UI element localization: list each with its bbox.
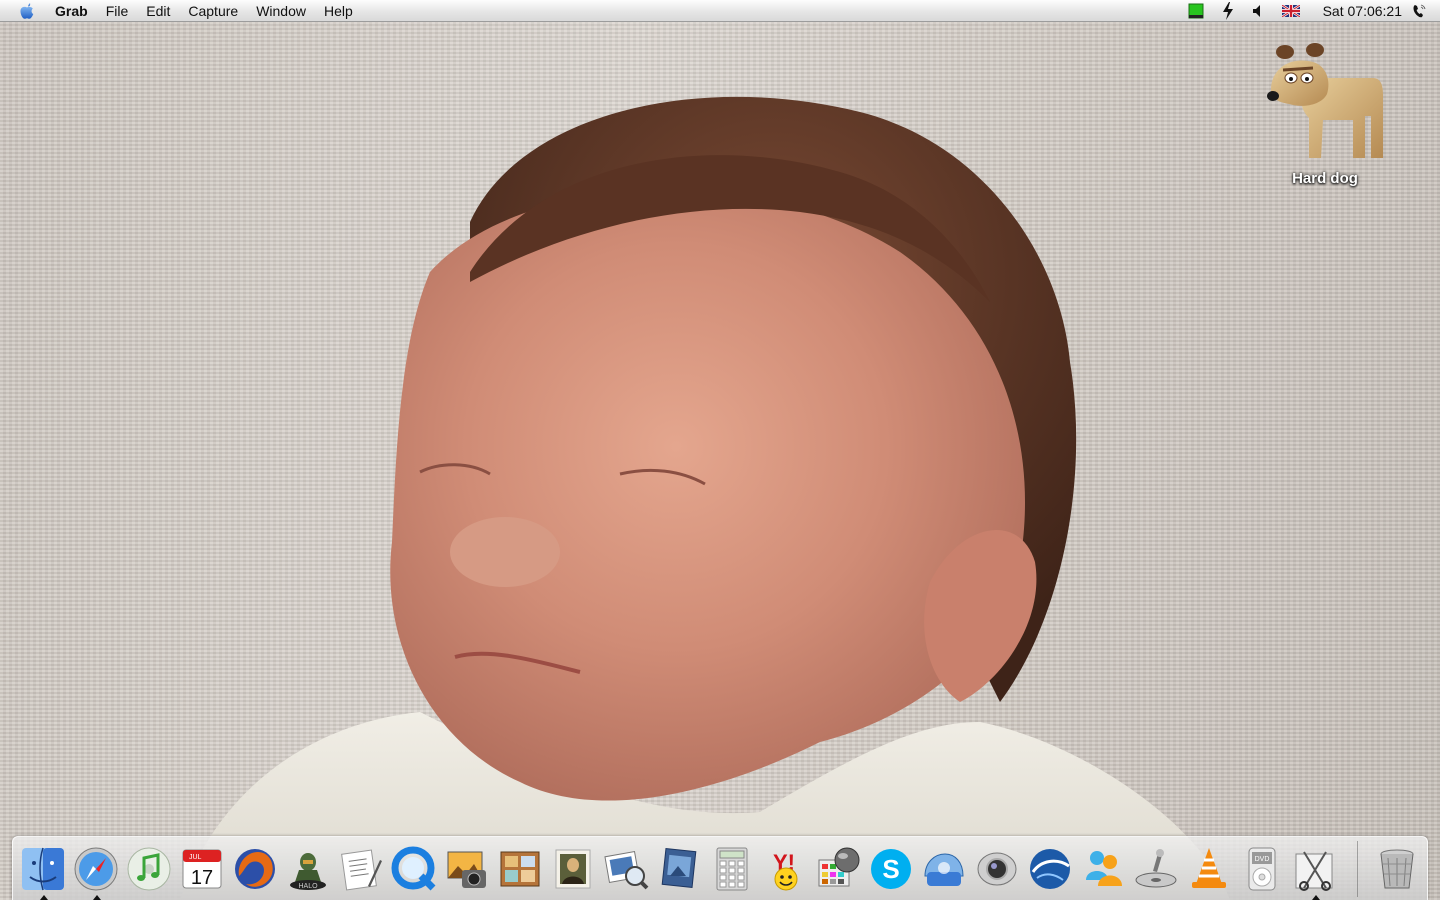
halo-text: HALO — [298, 883, 318, 890]
menu-file[interactable]: File — [97, 0, 138, 22]
menu-capture[interactable]: Capture — [179, 0, 247, 22]
dock-app-msn-messenger[interactable] — [1079, 845, 1127, 893]
apple-icon — [20, 2, 34, 19]
skype-icon: S — [871, 849, 911, 889]
dock-app-network[interactable] — [920, 845, 968, 893]
dock-app-grab[interactable] — [1291, 845, 1339, 893]
textedit-icon — [341, 849, 382, 891]
finder-icon — [22, 847, 64, 891]
palette-icon — [818, 847, 860, 887]
ical-day: 17 — [191, 867, 213, 889]
phone-icon — [1413, 4, 1426, 17]
quicktime-icon — [391, 846, 436, 891]
preview-icon — [604, 851, 649, 890]
dock-app-vlc[interactable] — [1185, 845, 1233, 893]
image-capture-icon — [661, 847, 697, 889]
dock-app-preview[interactable] — [602, 845, 650, 893]
dock-separator — [1357, 841, 1358, 897]
status-area: Sat 07:06:21 — [1179, 0, 1440, 22]
dock: JUL 17 HALO Y! S DVD — [12, 836, 1428, 900]
safari-icon — [74, 847, 118, 891]
desktop-wallpaper — [0, 22, 1440, 900]
iphoto-icon — [447, 851, 486, 888]
dock-trash[interactable] — [1373, 845, 1421, 893]
dock-app-safari[interactable] — [72, 845, 120, 893]
dock-app-ipod[interactable]: DVD — [1238, 845, 1286, 893]
uk-flag-icon — [1281, 4, 1300, 17]
battery-status[interactable] — [1188, 0, 1204, 22]
grab-icon — [1295, 851, 1333, 891]
volume-control[interactable] — [1252, 0, 1264, 22]
dock-app-iphoto[interactable] — [443, 845, 491, 893]
mona-lisa-icon — [555, 849, 591, 889]
apple-menu[interactable] — [16, 0, 38, 22]
dock-app-image-capture[interactable] — [655, 845, 703, 893]
dock-app-skype[interactable]: S — [867, 845, 915, 893]
dock-app-halo[interactable]: HALO — [284, 845, 332, 893]
dock-app-quicktime[interactable] — [390, 845, 438, 893]
ical-month: JUL — [189, 854, 202, 861]
network-icon — [924, 853, 964, 886]
running-indicator — [1312, 895, 1320, 900]
menu-help[interactable]: Help — [315, 0, 362, 22]
halo-icon: HALO — [290, 853, 326, 890]
calculator-icon — [716, 847, 748, 891]
sync-icon — [1222, 1, 1233, 20]
yahoo-messenger-icon: Y! — [773, 850, 798, 891]
ipod-icon: DVD — [1248, 847, 1276, 891]
dock-app-finder[interactable] — [19, 845, 67, 893]
photo-booth-icon — [500, 851, 540, 887]
baby-photo — [180, 96, 1230, 900]
dock-app-firefox[interactable] — [231, 845, 279, 893]
running-indicator — [93, 895, 101, 900]
ical-icon: JUL 17 — [182, 849, 222, 889]
phone-status[interactable] — [1412, 0, 1426, 22]
dock-app-itunes[interactable] — [125, 845, 173, 893]
menu-bar: Grab File Edit Capture Window Help Sat 0… — [0, 0, 1440, 22]
dock-app-photo-booth[interactable] — [496, 845, 544, 893]
battery-icon — [1188, 3, 1204, 18]
menu-window[interactable]: Window — [247, 0, 315, 22]
desktop-icon-label: Hard dog — [1292, 170, 1358, 187]
trash-icon — [1380, 849, 1414, 889]
camera-icon — [977, 852, 1017, 886]
menu-edit[interactable]: Edit — [137, 0, 179, 22]
dock-app-textedit[interactable] — [337, 845, 385, 893]
dock-app-palette[interactable] — [814, 845, 862, 893]
desktop-icon-hard-dog[interactable]: Hard dog — [1258, 38, 1392, 204]
gromit-drive-icon — [1267, 43, 1383, 158]
sync-status[interactable] — [1222, 0, 1234, 22]
google-earth-icon — [1030, 849, 1070, 889]
ipod-text: DVD — [1255, 856, 1270, 863]
svg-text:S: S — [882, 854, 899, 884]
dock-app-ical[interactable]: JUL 17 — [178, 845, 226, 893]
dock-app-yahoo-messenger[interactable]: Y! — [761, 845, 809, 893]
dock-app-calculator[interactable] — [708, 845, 756, 893]
input-source[interactable] — [1281, 0, 1300, 22]
dock-app-mona-lisa[interactable] — [549, 845, 597, 893]
dock-app-dvd-player[interactable] — [1132, 845, 1180, 893]
dock-app-google-earth[interactable] — [1026, 845, 1074, 893]
dock-app-camera[interactable] — [973, 845, 1021, 893]
vlc-icon — [1192, 848, 1226, 888]
msn-messenger-icon — [1086, 851, 1122, 886]
running-indicator — [40, 895, 48, 900]
itunes-icon — [127, 847, 171, 891]
firefox-icon — [235, 849, 275, 889]
app-menu-grab[interactable]: Grab — [46, 0, 97, 22]
dvd-player-icon — [1135, 849, 1177, 888]
volume-icon — [1252, 4, 1260, 17]
menu-clock[interactable]: Sat 07:06:21 — [1323, 3, 1402, 19]
